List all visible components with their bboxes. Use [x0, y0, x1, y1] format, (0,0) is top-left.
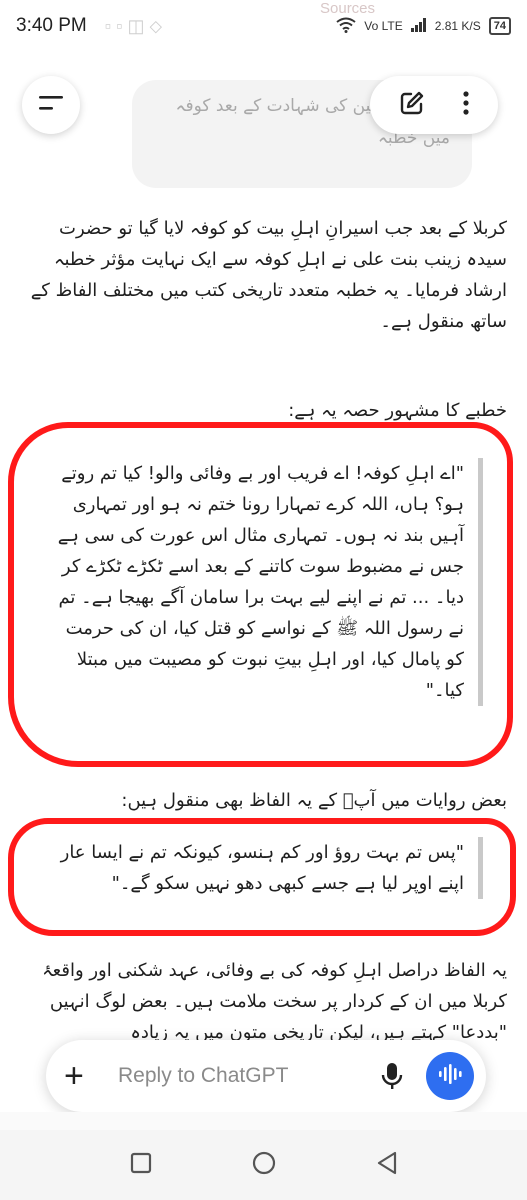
- mic-icon[interactable]: [372, 1061, 412, 1091]
- lead-paragraph: خطبے کا مشہور حصہ یہ ہے:: [288, 400, 507, 421]
- status-left: 3:40 PM ▫ ▫ ◫ ⬦: [16, 15, 162, 37]
- top-bar: کا امام حسین کی شہادت کے بعد کوفہ میں خط…: [0, 60, 527, 188]
- status-bar: 3:40 PM ▫ ▫ ◫ ⬦ Vo LTE 2.81 K/S 74: [0, 0, 527, 52]
- network-type: Vo LTE: [364, 19, 403, 33]
- menu-icon: [37, 93, 65, 117]
- notification-icons-faded: ▫ ▫ ◫ ⬦: [104, 15, 163, 36]
- header-actions: [370, 76, 498, 134]
- outro-paragraph: یہ الفاظ دراصل اہلِ کوفہ کی بے وفائی، عہ…: [42, 960, 507, 1043]
- home-nav-icon[interactable]: [251, 1150, 277, 1180]
- plus-icon[interactable]: +: [64, 1059, 100, 1093]
- voice-mode-button[interactable]: [426, 1052, 474, 1100]
- network-speed: 2.81 K/S: [434, 19, 481, 33]
- more-vertical-icon[interactable]: [461, 89, 471, 121]
- reply-input[interactable]: Reply to ChatGPT: [118, 1064, 372, 1088]
- watermark-text: Sources: [320, 0, 376, 17]
- sermon-quote: "اے اہلِ کوفہ! اے فریب اور بے وفائی والو…: [43, 458, 483, 706]
- edit-icon[interactable]: [398, 89, 426, 121]
- navigation-bar: [0, 1130, 527, 1200]
- sermon-quote-2: "پس تم بہت روؤ اور کم ہنسو، کیونکہ تم نے…: [43, 837, 483, 899]
- back-nav-icon[interactable]: [376, 1151, 398, 1179]
- signal-icon: [410, 17, 427, 35]
- lead-paragraph-2: بعض روایات میں آپؑ کے یہ الفاظ بھی منقول…: [121, 790, 507, 811]
- status-right: Vo LTE 2.81 K/S 74: [336, 17, 511, 36]
- wifi-icon: [336, 17, 356, 36]
- content-fade: [0, 1112, 527, 1132]
- recents-nav-icon[interactable]: [130, 1152, 152, 1178]
- menu-button[interactable]: [22, 76, 80, 134]
- status-time: 3:40 PM: [16, 15, 87, 36]
- intro-paragraph: کربلا کے بعد جب اسیرانِ اہلِ بیت کو کوفہ…: [30, 218, 507, 332]
- battery-indicator: 74: [488, 17, 511, 35]
- message-composer: + Reply to ChatGPT: [46, 1040, 486, 1112]
- voice-wave-icon: [437, 1063, 463, 1089]
